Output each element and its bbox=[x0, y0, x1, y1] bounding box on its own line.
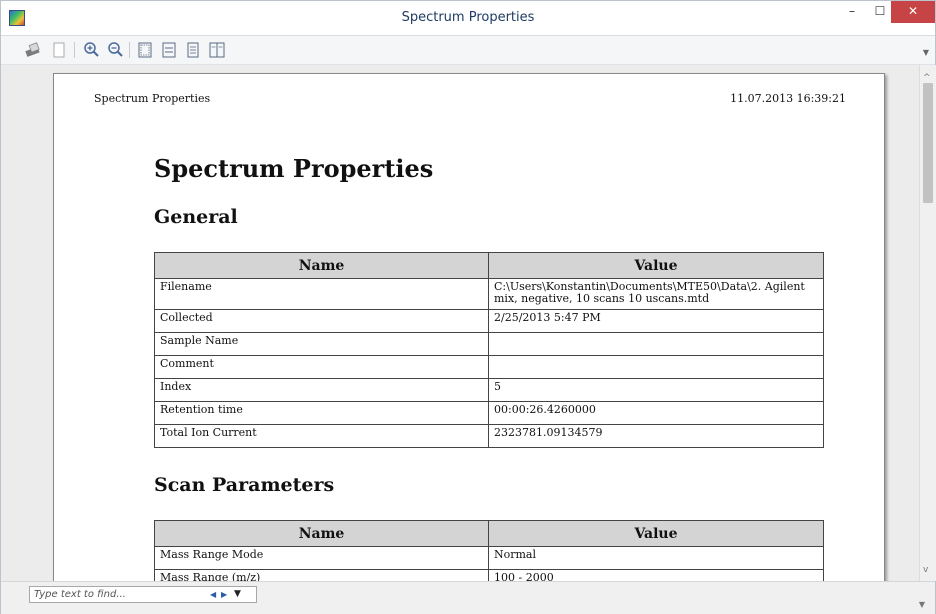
document-page: Spectrum Properties 11.07.2013 16:39:21 … bbox=[53, 73, 885, 581]
property-name: Total Ion Current bbox=[154, 424, 489, 448]
table-row: Comment bbox=[154, 355, 824, 379]
scan-parameters-table: Name Value Mass Range Mode Normal Mass R… bbox=[154, 520, 824, 581]
property-value: Normal bbox=[488, 546, 824, 570]
property-name: Mass Range Mode bbox=[154, 546, 489, 570]
toolbar-separator bbox=[129, 42, 130, 58]
overflow-chevron-icon[interactable]: ▼ bbox=[919, 600, 925, 609]
single-page-icon[interactable] bbox=[183, 40, 203, 60]
property-value: 2/25/2013 5:47 PM bbox=[488, 309, 824, 333]
print-icon[interactable] bbox=[23, 40, 43, 60]
property-name: Collected bbox=[154, 309, 489, 333]
table-row: Filename C:\Users\Konstantin\Documents\M… bbox=[154, 278, 824, 310]
property-name: Sample Name bbox=[154, 332, 489, 356]
find-previous-icon[interactable]: ◀ bbox=[210, 590, 216, 599]
property-value: 5 bbox=[488, 378, 824, 402]
column-header-value: Value bbox=[488, 520, 824, 547]
property-value bbox=[488, 332, 824, 356]
column-header-value: Value bbox=[488, 252, 824, 279]
property-name: Filename bbox=[154, 278, 489, 310]
general-properties-table: Name Value Filename C:\Users\Konstantin\… bbox=[154, 252, 824, 448]
spectrum-properties-window: Spectrum Properties – ☐ ✕ ▼ Spectrum Pro… bbox=[0, 0, 936, 614]
find-next-icon[interactable]: ▶ bbox=[221, 590, 227, 599]
fit-width-icon[interactable] bbox=[159, 40, 179, 60]
property-value: C:\Users\Konstantin\Documents\MTE50\Data… bbox=[488, 278, 824, 310]
property-value: 00:00:26.4260000 bbox=[488, 401, 824, 425]
find-options-dropdown[interactable]: ▼ bbox=[234, 589, 241, 599]
section-title-general: General bbox=[154, 206, 238, 228]
print-preview-toolbar: ▼ bbox=[1, 36, 935, 65]
column-header-name: Name bbox=[154, 520, 489, 547]
table-row: Mass Range (m/z) 100 - 2000 bbox=[154, 569, 824, 581]
property-name: Comment bbox=[154, 355, 489, 379]
property-name: Mass Range (m/z) bbox=[154, 569, 489, 581]
page-setup-icon[interactable] bbox=[49, 40, 69, 60]
page-header-timestamp: 11.07.2013 16:39:21 bbox=[730, 92, 846, 105]
scrollbar-thumb[interactable] bbox=[923, 83, 933, 203]
table-row: Total Ion Current 2323781.09134579 bbox=[154, 424, 824, 448]
title-bar[interactable]: Spectrum Properties – ☐ ✕ bbox=[1, 1, 935, 36]
toolbar-separator bbox=[74, 42, 75, 58]
find-bar: ◀ ▶ ▼ ▼ bbox=[1, 581, 935, 614]
zoom-out-icon[interactable] bbox=[105, 40, 125, 60]
window-title: Spectrum Properties bbox=[401, 10, 535, 25]
scroll-down-icon[interactable]: v bbox=[923, 565, 928, 575]
minimize-button[interactable]: – bbox=[837, 1, 867, 23]
table-row: Mass Range Mode Normal bbox=[154, 546, 824, 570]
column-header-name: Name bbox=[154, 252, 489, 279]
two-pages-icon[interactable] bbox=[207, 40, 227, 60]
document-title: Spectrum Properties bbox=[154, 154, 434, 183]
toolbar-overflow-button[interactable]: ▼ bbox=[923, 48, 929, 57]
preview-viewport[interactable]: Spectrum Properties 11.07.2013 16:39:21 … bbox=[1, 65, 919, 581]
table-row: Index 5 bbox=[154, 378, 824, 402]
property-name: Index bbox=[154, 378, 489, 402]
section-title-scan-parameters: Scan Parameters bbox=[154, 474, 335, 496]
property-value: 100 - 2000 bbox=[488, 569, 824, 581]
vertical-scrollbar[interactable]: ^ v bbox=[919, 65, 936, 581]
table-row: Retention time 00:00:26.4260000 bbox=[154, 401, 824, 425]
page-header-left: Spectrum Properties bbox=[94, 92, 211, 105]
fit-page-icon[interactable] bbox=[135, 40, 155, 60]
property-name: Retention time bbox=[154, 401, 489, 425]
zoom-in-icon[interactable] bbox=[81, 40, 101, 60]
table-row: Collected 2/25/2013 5:47 PM bbox=[154, 309, 824, 333]
scroll-up-icon[interactable]: ^ bbox=[923, 73, 931, 83]
property-value: 2323781.09134579 bbox=[488, 424, 824, 448]
property-value bbox=[488, 355, 824, 379]
table-row: Sample Name bbox=[154, 332, 824, 356]
close-button[interactable]: ✕ bbox=[891, 1, 935, 23]
